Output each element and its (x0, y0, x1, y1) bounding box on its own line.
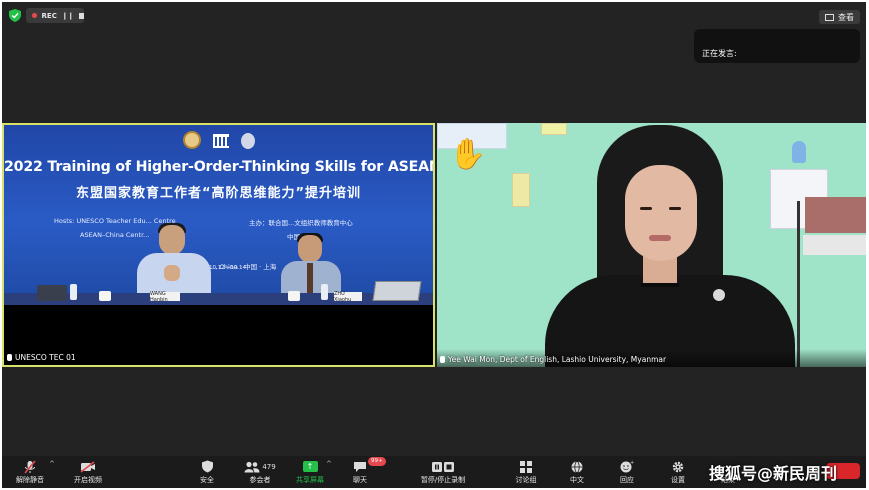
banner-cn-host-1: 主办：联合国...文组织教师教育中心 (249, 219, 353, 227)
banner-dates: 10.12—10.14 (209, 265, 246, 271)
globe-icon (571, 459, 583, 474)
security-label: 安全 (200, 476, 214, 484)
banner-hosts-1: Hosts: UNESCO Teacher Edu... Centre (54, 217, 176, 225)
participant-name: Yee Wai Mon, Dept of English, Lashio Uni… (448, 355, 667, 364)
view-label: 查看 (838, 12, 854, 22)
language-button[interactable]: 中文 (555, 459, 599, 485)
speaker-1-hands (164, 265, 180, 281)
chat-icon: 99+ (353, 457, 386, 474)
gear-icon (672, 459, 684, 474)
banner-hosts-2: ASEAN–China Centr... (80, 231, 150, 239)
banner-logos (4, 131, 433, 149)
unesco-logo (212, 134, 229, 148)
start-video-button[interactable]: 开启视频 (66, 459, 110, 485)
nameplate-2: ZHU Xiaohu (334, 291, 362, 303)
microphone-muted-icon (24, 459, 36, 474)
chat-unread-badge: 99+ (368, 457, 386, 466)
settings-label: 设置 (671, 476, 685, 484)
shelf-box (805, 197, 866, 233)
source-watermark: 搜狐号@新民周刊 (709, 464, 838, 483)
security-button[interactable]: 安全 (185, 459, 229, 485)
participant-name: UNESCO TEC 01 (15, 353, 76, 362)
stage-backdrop (4, 125, 433, 303)
grid-view-icon (825, 13, 834, 21)
view-button[interactable]: 查看 (819, 10, 860, 24)
participant-name-label: UNESCO TEC 01 (7, 353, 76, 362)
participants-button[interactable]: 479 参会者 (238, 459, 282, 485)
reactions-label: 回应 (620, 476, 634, 484)
speaker-2-head (298, 235, 322, 263)
wall-note (541, 123, 567, 135)
meeting-window: REC ❙❙ 查看 正在发言: 2022 Training of Higher-… (2, 2, 866, 488)
video-tile-yee-wai-mon[interactable]: ✋ Yee Wai Mon, Dept of English, Lashio U… (437, 123, 866, 367)
language-label: 中文 (570, 476, 584, 484)
pause-stop-recording-button[interactable]: 暂停/停止录制 (414, 459, 472, 485)
recording-indicator[interactable]: REC ❙❙ (26, 8, 84, 23)
start-video-label: 开启视频 (74, 476, 102, 484)
water-bottle (321, 284, 328, 300)
security-shield-icon[interactable] (9, 9, 21, 22)
pause-stop-label: 暂停/停止录制 (420, 476, 466, 484)
unmute-label: 解除静音 (16, 476, 44, 484)
unmute-button[interactable]: 解除静音 (8, 459, 52, 485)
participants-count: 479 (262, 462, 276, 471)
smiley-plus-icon: + (620, 459, 634, 474)
participants-icon: 479 (244, 459, 276, 474)
share-screen-icon: ↑ (302, 459, 318, 474)
cup (99, 291, 111, 301)
reactions-button[interactable]: + 回应 (605, 459, 649, 485)
emblem-logo (182, 131, 201, 149)
participant-eye (669, 207, 681, 210)
breakout-label: 讨论组 (515, 476, 537, 484)
video-tile-unesco[interactable]: 2022 Training of Higher-Order-Thinking S… (2, 123, 435, 367)
active-speaker-banner: 正在发言: (694, 29, 860, 63)
participant-name-label: Yee Wai Mon, Dept of English, Lashio Uni… (440, 355, 666, 364)
banner-title-en: 2022 Training of Higher-Order-Thinking S… (4, 159, 433, 175)
video-off-icon (80, 459, 96, 474)
partner-logo (240, 133, 255, 149)
participant-choker (641, 283, 679, 287)
participant-lips (649, 235, 671, 241)
cup (288, 291, 300, 301)
speaker-1-head (159, 225, 185, 255)
audio-options-chevron-icon[interactable]: ^ (49, 460, 55, 468)
shelf-box (803, 235, 866, 255)
wall-note (512, 173, 530, 207)
mic-icon (7, 354, 12, 361)
share-screen-label: 共享屏幕 (296, 476, 324, 484)
record-dot-icon (32, 13, 37, 18)
laptop (372, 281, 422, 301)
settings-button[interactable]: 设置 (656, 459, 700, 485)
stop-record-icon[interactable] (78, 12, 84, 19)
participant-brooch (713, 289, 725, 301)
breakout-grid-icon (520, 459, 532, 474)
participants-label: 参会者 (249, 476, 271, 484)
share-options-chevron-icon[interactable]: ^ (326, 460, 332, 468)
pause-record-icon[interactable]: ❙❙ (62, 12, 74, 20)
banner-title-cn: 东盟国家教育工作者“高阶思维能力”提升培训 (75, 186, 362, 201)
speaking-label: 正在发言: (702, 49, 737, 58)
chat-label: 聊天 (353, 476, 367, 484)
svg-text:+: + (630, 460, 634, 466)
conference-table (4, 293, 433, 305)
nameplate-1: WANG Hanbin (150, 291, 180, 303)
raised-hand-icon: ✋ (449, 137, 487, 172)
conference-mic (37, 285, 67, 301)
decor-figure (792, 141, 806, 163)
water-bottle (70, 284, 77, 300)
mic-icon (440, 356, 445, 363)
rec-label: REC (41, 11, 57, 20)
participant-eye (640, 207, 652, 210)
speaker-2-tie (307, 263, 313, 293)
chat-button[interactable]: 99+ 聊天 (338, 457, 386, 485)
participant-face (625, 165, 697, 261)
pause-stop-icon (431, 459, 455, 474)
shield-icon (201, 459, 213, 474)
breakout-rooms-button[interactable]: 讨论组 (504, 459, 548, 485)
